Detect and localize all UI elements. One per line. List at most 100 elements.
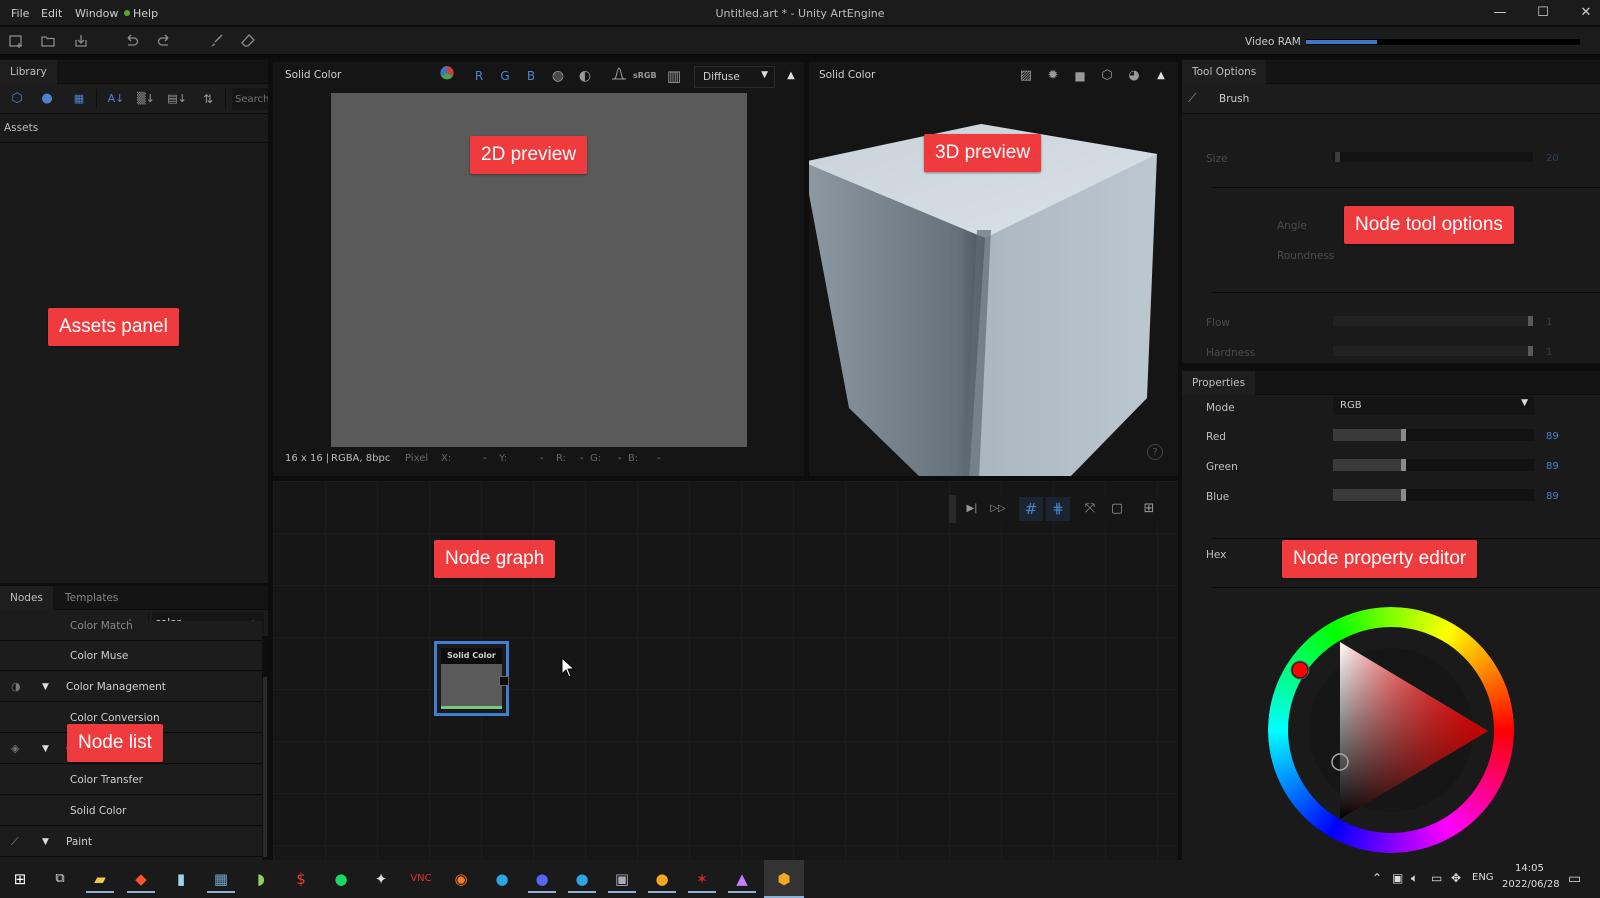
menu-window[interactable]: Window	[75, 7, 118, 20]
sort-date-icon[interactable]: ▤↓	[167, 89, 187, 109]
brush-icon[interactable]	[207, 33, 225, 51]
calculator-icon[interactable]: ▦	[207, 865, 235, 893]
frame-all-icon[interactable]: ▢	[1107, 499, 1127, 519]
sort-type-icon[interactable]: ▒↓	[136, 89, 156, 109]
notifications-icon[interactable]: ▭	[1568, 871, 1581, 887]
chevron-down-icon[interactable]: ▼	[42, 734, 49, 764]
app-dollar-icon[interactable]: $	[287, 865, 315, 893]
telegram-2-icon[interactable]: ●	[568, 865, 596, 893]
tray-overflow-icon[interactable]: ⌃	[1372, 871, 1382, 885]
blue-slider[interactable]	[1333, 489, 1534, 501]
color-wheel[interactable]	[1268, 607, 1514, 853]
slider-knob[interactable]	[1528, 316, 1533, 326]
mesh-cube-icon[interactable]: ⬡	[1097, 66, 1117, 86]
maximize-button[interactable]: ☐	[1529, 3, 1557, 23]
menu-help[interactable]: Help	[124, 7, 158, 20]
graph-node-solid-color[interactable]: Solid Color	[434, 641, 509, 716]
chevron-down-icon[interactable]: ▼	[42, 827, 49, 857]
mode-dropdown[interactable]: RGB ▼	[1333, 396, 1534, 415]
network-icon[interactable]: ▭	[1431, 871, 1442, 885]
spotify-icon[interactable]: ●	[327, 865, 355, 893]
undo-icon[interactable]	[122, 33, 140, 51]
clock-date[interactable]: 2022/06/28	[1502, 879, 1560, 890]
sort-order-icon[interactable]: ⇅	[198, 89, 218, 109]
channel-g-toggle[interactable]: G	[495, 66, 515, 86]
app-glass-icon[interactable]: ▮	[167, 865, 195, 893]
wire-style-icon[interactable]: ⋕	[1046, 497, 1070, 521]
sphere-icon[interactable]: ●	[37, 89, 57, 109]
collapse-up-icon[interactable]: ▲	[781, 66, 801, 86]
hardness-slider[interactable]	[1333, 346, 1533, 356]
help-button[interactable]: ?	[1147, 444, 1163, 460]
node-list-item[interactable]: Color Transfer	[0, 765, 262, 795]
minimize-button[interactable]: —	[1486, 3, 1514, 23]
eraser-icon[interactable]	[239, 33, 257, 51]
output-port[interactable]	[499, 676, 509, 686]
grayscale-icon[interactable]: ◐	[575, 66, 595, 86]
slider-knob[interactable]	[1528, 346, 1533, 356]
rgb-channels-icon[interactable]	[437, 66, 457, 86]
tab-library[interactable]: Library	[0, 60, 57, 84]
menu-edit[interactable]: Edit	[41, 7, 62, 20]
node-list-item[interactable]: Solid Color	[0, 796, 262, 826]
green-value[interactable]: 89	[1546, 461, 1559, 472]
material-sphere-icon[interactable]: ◕	[1124, 66, 1144, 86]
sort-az-icon[interactable]: A↓	[106, 89, 126, 109]
channel-b-toggle[interactable]: B	[521, 66, 541, 86]
tile-icon[interactable]: ▥	[664, 66, 684, 86]
hue-handle[interactable]	[1291, 661, 1309, 679]
channel-r-toggle[interactable]: R	[469, 66, 489, 86]
scrollbar-thumb[interactable]	[263, 677, 267, 857]
node-list-item[interactable]: Color Muse	[0, 641, 262, 671]
library-search-input[interactable]	[232, 88, 268, 110]
brave-icon[interactable]: ◆	[127, 865, 155, 893]
camera-tray-icon[interactable]: ▣	[1392, 871, 1403, 885]
close-button[interactable]: ✕	[1572, 3, 1600, 23]
light-icon[interactable]: ✹	[1043, 66, 1063, 86]
app-red-icon[interactable]: ✶	[688, 865, 716, 893]
telegram-icon[interactable]: ●	[488, 865, 516, 893]
compress-icon[interactable]: ⤧	[1080, 499, 1100, 519]
grid-snap-icon[interactable]: #	[1019, 497, 1043, 521]
new-icon[interactable]	[7, 33, 25, 51]
app-green-icon[interactable]: ◗	[247, 865, 275, 893]
discord-icon[interactable]: ●	[528, 865, 556, 893]
texture-icon[interactable]: ▦	[69, 89, 89, 109]
open-folder-icon[interactable]	[39, 33, 57, 51]
file-explorer-icon[interactable]: ▰	[86, 865, 114, 893]
tab-templates[interactable]: Templates	[55, 586, 128, 610]
camera-icon[interactable]: ■	[1070, 66, 1090, 86]
artengine-taskbar-icon[interactable]: ⬢	[764, 860, 804, 898]
tab-tool-options[interactable]: Tool Options	[1182, 60, 1267, 84]
fast-forward-icon[interactable]: ▷▷	[988, 499, 1008, 519]
tab-properties[interactable]: Properties	[1182, 371, 1256, 395]
chevron-down-icon[interactable]: ▼	[42, 672, 49, 702]
save-icon[interactable]	[72, 33, 90, 51]
red-slider[interactable]	[1333, 429, 1534, 441]
add-frame-icon[interactable]: ⊞	[1139, 499, 1159, 519]
language-indicator[interactable]: ENG	[1472, 872, 1494, 883]
node-category-paint[interactable]: ⟋ ▼ Paint	[0, 827, 262, 857]
red-value[interactable]: 89	[1546, 431, 1559, 442]
green-slider[interactable]	[1333, 459, 1534, 471]
toolbar-handle[interactable]	[949, 495, 956, 523]
node-category-color-management[interactable]: ◑ ▼ Color Management	[0, 672, 262, 702]
collapse-up-icon[interactable]: ▲	[1151, 66, 1171, 86]
clock-time[interactable]: 14:05	[1515, 863, 1544, 874]
slider-knob[interactable]	[1400, 489, 1406, 501]
task-view-icon[interactable]: ⧉	[46, 865, 74, 893]
srgb-toggle[interactable]: sRGB	[633, 71, 657, 80]
size-slider[interactable]	[1333, 152, 1533, 162]
cube-icon[interactable]: ⬡	[7, 89, 27, 109]
slider-knob[interactable]	[1334, 152, 1340, 162]
node-list-item[interactable]: Color Match	[0, 621, 262, 641]
app-monitor-icon[interactable]: ▣	[608, 865, 636, 893]
zbrush-icon[interactable]: ✦	[367, 865, 395, 893]
node-graph[interactable]: ▶| ▷▷ # ⋕ ⤧ ▢ ⊞ Solid Color Node graph	[273, 481, 1178, 860]
blue-value[interactable]: 89	[1546, 491, 1559, 502]
slider-knob[interactable]	[1400, 429, 1406, 441]
menu-file[interactable]: File	[11, 7, 29, 20]
affinity-icon[interactable]: ▲	[728, 865, 756, 893]
weather-icon[interactable]: ●	[648, 865, 676, 893]
tab-nodes[interactable]: Nodes	[0, 586, 53, 610]
